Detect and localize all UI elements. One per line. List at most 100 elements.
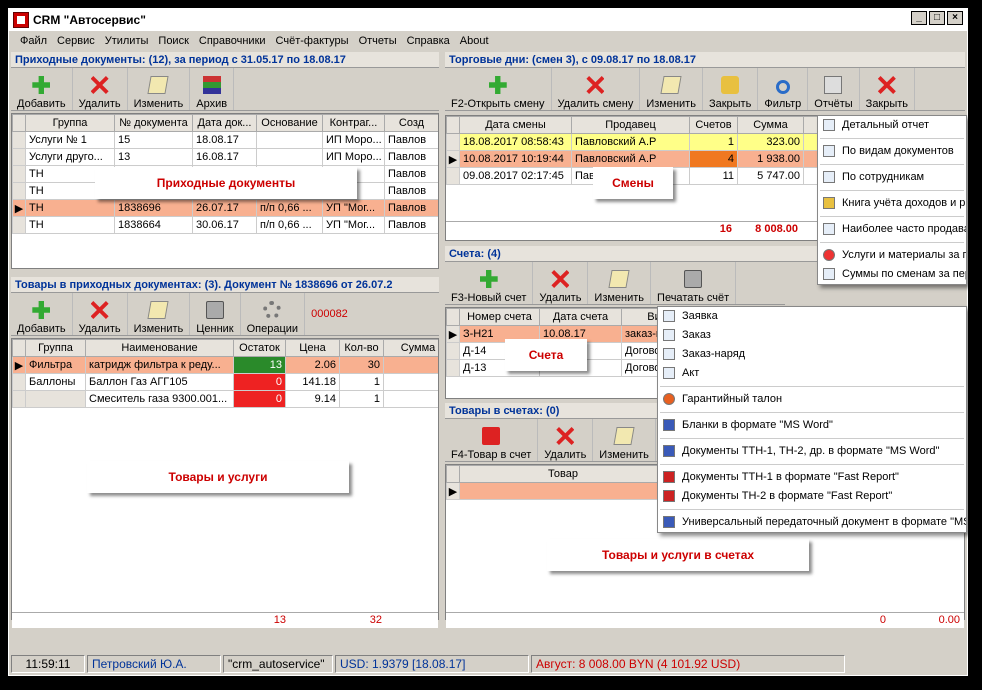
document-icon: [663, 367, 675, 379]
lock-icon: [721, 76, 740, 94]
maximize-button[interactable]: □: [929, 11, 945, 25]
print-invoice-button[interactable]: Печатать счёт: [651, 262, 737, 304]
report-detailed[interactable]: Детальный отчет: [818, 116, 966, 135]
col-count[interactable]: Счетов: [689, 116, 738, 134]
col-price[interactable]: Цена: [285, 339, 340, 357]
gear-icon: [663, 348, 675, 360]
col-docnum[interactable]: № документа: [114, 114, 193, 132]
incoming-archive-button[interactable]: Архив: [190, 68, 235, 110]
report-income-book[interactable]: Книга учёта доходов и р: [818, 194, 966, 213]
delete-icon: [586, 76, 605, 94]
col-sum[interactable]: Сумма: [737, 116, 804, 134]
print-act[interactable]: Акт: [658, 364, 966, 383]
table-row[interactable]: Услуги № 1 15 18.08.17 ИП Моро... Павлов: [12, 131, 438, 149]
col-docdate[interactable]: Дата док...: [192, 114, 257, 132]
invoice-goods-delete-button[interactable]: Удалить: [538, 419, 594, 461]
print-order[interactable]: Заказ: [658, 326, 966, 345]
invoice-delete-button[interactable]: Удалить: [533, 262, 589, 304]
col-seller[interactable]: Продавец: [571, 116, 690, 134]
table-row-selected[interactable]: ▶: [446, 482, 667, 500]
goods-overlay-label: Товары и услуги: [87, 461, 349, 493]
incoming-title: Приходные документы: (12), за период с 3…: [11, 52, 439, 68]
report-by-doc-type[interactable]: По видам документов: [818, 142, 966, 161]
report-by-employee[interactable]: По сотрудникам: [818, 168, 966, 187]
table-row[interactable]: Баллоны Баллон Газ АГГ105 0 141.18 1: [12, 373, 438, 391]
goods-add-button[interactable]: Добавить: [11, 293, 73, 335]
menu-reports[interactable]: Отчеты: [354, 35, 402, 47]
print-work-order[interactable]: Заказ-наряд: [658, 345, 966, 364]
edit-icon: [660, 76, 682, 94]
table-row-selected[interactable]: ▶ Фильтра катридж фильтра к реду... 13 2.06 3…: [12, 356, 438, 374]
operations-button[interactable]: Операции: [241, 293, 306, 335]
table-row[interactable]: ТН 1838664 30.06.17 п/п 0,66 ... УП "Мог... П…: [12, 216, 438, 234]
menu-invoices[interactable]: Счёт-фактуры: [271, 35, 354, 47]
book-icon: [823, 197, 835, 209]
col-shift-date[interactable]: Дата смены: [459, 116, 572, 134]
menu-about[interactable]: About: [455, 35, 494, 47]
edit-icon: [147, 76, 170, 94]
menu-references[interactable]: Справочники: [194, 35, 271, 47]
incoming-edit-button[interactable]: Изменить: [128, 68, 191, 110]
fastreport-icon: [663, 471, 675, 483]
report-most-sold[interactable]: Наиболее часто продава: [818, 220, 966, 239]
print-ttn-word[interactable]: Документы ТТН-1, ТН-2, др. в формате "MS…: [658, 442, 966, 461]
price-tag-button[interactable]: Ценник: [190, 293, 241, 335]
col-creator[interactable]: Созд: [384, 114, 438, 132]
delete-icon: [90, 76, 109, 94]
menu-search[interactable]: Поиск: [153, 35, 193, 47]
incoming-add-button[interactable]: Добавить: [11, 68, 73, 110]
invoice-edit-button[interactable]: Изменить: [588, 262, 652, 304]
print-tn2-fastreport[interactable]: Документы ТН-2 в формате "Fast Report": [658, 487, 966, 506]
open-shift-button[interactable]: F2-Открыть смену: [445, 68, 552, 110]
table-row[interactable]: Услуги друго... 13 16.08.17 ИП Моро... Павло…: [12, 148, 438, 166]
shift-edit-button[interactable]: Изменить: [640, 68, 703, 110]
fastreport-icon: [663, 490, 675, 502]
pie-chart-icon: [823, 249, 835, 261]
menu-utils[interactable]: Утилиты: [100, 35, 154, 47]
print-upd-word[interactable]: Универсальный передаточный документ в фо…: [658, 513, 966, 532]
invoices-overlay-label: Счета: [505, 339, 587, 371]
invoice-goods-edit-button[interactable]: Изменить: [593, 419, 656, 461]
goods-totals: 13 32: [12, 612, 438, 628]
col-sum[interactable]: Сумма: [383, 339, 438, 357]
plus-icon: [479, 270, 498, 288]
delete-icon: [551, 270, 570, 288]
shifts-close-panel-button[interactable]: Закрыть: [860, 68, 916, 110]
table-row[interactable]: Смеситель газа 9300.001... 0 9.14 1: [12, 390, 438, 408]
print-warranty[interactable]: Гарантийный талон: [658, 390, 966, 409]
menu-help[interactable]: Справка: [402, 35, 455, 47]
add-goods-to-invoice-button[interactable]: F4-Товар в счет: [445, 419, 539, 461]
menu-service[interactable]: Сервис: [52, 35, 100, 47]
status-bar: 11:59:11 Петровский Ю.А. "crm_autoservic…: [9, 653, 967, 675]
minimize-button[interactable]: _: [911, 11, 927, 25]
goods-edit-button[interactable]: Изменить: [128, 293, 191, 335]
col-contractor[interactable]: Контраг...: [322, 114, 385, 132]
col-basis[interactable]: Основание: [256, 114, 323, 132]
delete-shift-button[interactable]: Удалить смену: [552, 68, 641, 110]
col-group[interactable]: Группа: [25, 339, 86, 357]
goods-delete-button[interactable]: Удалить: [73, 293, 128, 335]
print-ttn1-fastreport[interactable]: Документы ТТН-1 в формате "Fast Report": [658, 468, 966, 487]
incoming-delete-button[interactable]: Удалить: [73, 68, 128, 110]
col-invoice-date[interactable]: Дата счета: [539, 308, 622, 326]
new-invoice-button[interactable]: F3-Новый счет: [445, 262, 534, 304]
menu-file[interactable]: Файл: [15, 35, 52, 47]
print-request[interactable]: Заявка: [658, 307, 966, 326]
print-word-forms[interactable]: Бланки в формате "MS Word": [658, 416, 966, 435]
reports-button[interactable]: Отчёты: [808, 68, 860, 110]
shift-close-button[interactable]: Закрыть: [703, 68, 759, 110]
col-stock[interactable]: Остаток: [233, 339, 286, 357]
table-row-selected[interactable]: ▶ ТН 1838696 26.07.17 п/п 0,66 ... УП "Мог...…: [12, 199, 438, 217]
col-group[interactable]: Группа: [25, 114, 115, 132]
gear-icon: [663, 329, 675, 341]
word-icon: [663, 516, 675, 528]
report-services-materials[interactable]: Услуги и материалы за по: [818, 246, 966, 265]
filter-button[interactable]: Фильтр: [758, 68, 809, 110]
report-shift-sums[interactable]: Суммы по сменам за пери: [818, 265, 966, 284]
col-invoice-num[interactable]: Номер счета: [459, 308, 540, 326]
col-product[interactable]: Товар: [459, 465, 667, 483]
goods-toolbar: Добавить Удалить Изменить Ценник Операци…: [11, 293, 439, 336]
col-name[interactable]: Наименование: [85, 339, 234, 357]
col-qty[interactable]: Кол-во: [339, 339, 384, 357]
close-button[interactable]: ×: [947, 11, 963, 25]
